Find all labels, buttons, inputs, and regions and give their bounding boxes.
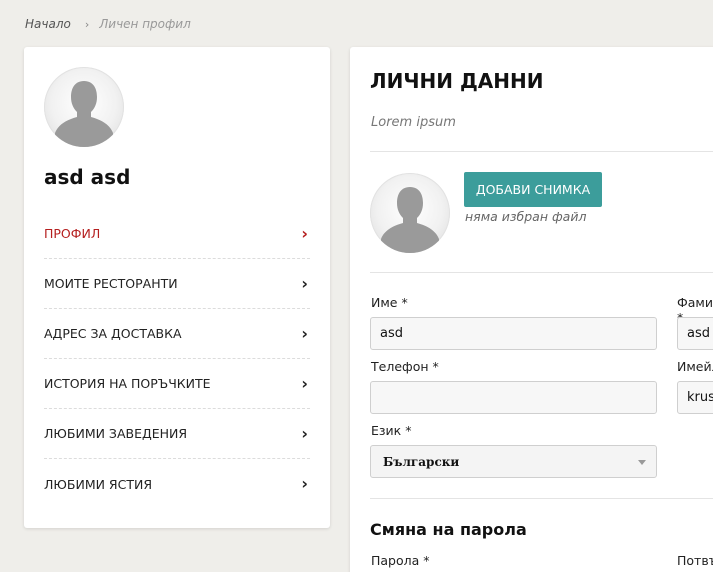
password-label: Парола *: [371, 553, 430, 568]
profile-menu: ПРОФИЛ › МОИТЕ РЕСТОРАНТИ › АДРЕС ЗА ДОС…: [44, 209, 310, 509]
confirm-password-label: Потвърди парола *: [677, 553, 713, 572]
first-name-label: Име *: [371, 295, 408, 310]
sidebar-item-label: ИСТОРИЯ НА ПОРЪЧКИТЕ: [44, 376, 211, 391]
breadcrumb-separator: ›: [84, 17, 90, 31]
sidebar-item-profile[interactable]: ПРОФИЛ ›: [44, 209, 310, 259]
avatar: [44, 67, 124, 147]
user-silhouette-icon: [55, 81, 113, 147]
email-label: Имейл *: [677, 359, 713, 374]
page-subtitle: Lorem ipsum: [371, 115, 456, 130]
divider: [370, 272, 713, 273]
sidebar-item-my-restaurants[interactable]: МОИТЕ РЕСТОРАНТИ ›: [44, 259, 310, 309]
divider: [370, 151, 713, 152]
sidebar-item-label: АДРЕС ЗА ДОСТАВКА: [44, 326, 182, 341]
breadcrumb: Начало › Личен профил: [25, 17, 191, 31]
profile-photo: [370, 173, 450, 253]
chevron-right-icon: ›: [301, 474, 308, 493]
password-section-title: Смяна на парола: [370, 520, 527, 539]
chevron-right-icon: ›: [301, 273, 308, 293]
no-file-text: няма избран файл: [465, 209, 587, 224]
profile-sidebar: asd asd ПРОФИЛ › МОИТЕ РЕСТОРАНТИ › АДРЕ…: [24, 47, 330, 528]
user-silhouette-icon: [381, 187, 439, 253]
chevron-right-icon: ›: [301, 373, 308, 393]
username: asd asd: [44, 165, 131, 189]
personal-data-card: ЛИЧНИ ДАННИ Lorem ipsum ДОБАВИ СНИМКА ня…: [350, 47, 713, 572]
divider: [370, 498, 713, 499]
page-title: ЛИЧНИ ДАННИ: [370, 69, 544, 93]
sidebar-item-label: ЛЮБИМИ ЯСТИЯ: [44, 476, 153, 492]
sidebar-item-label: МОИТЕ РЕСТОРАНТИ: [44, 276, 178, 291]
sidebar-item-favorite-venues[interactable]: ЛЮБИМИ ЗАВЕДЕНИЯ ›: [44, 409, 310, 459]
chevron-right-icon: ›: [301, 423, 308, 443]
caret-down-icon: [638, 460, 646, 465]
sidebar-item-delivery-address[interactable]: АДРЕС ЗА ДОСТАВКА ›: [44, 309, 310, 359]
phone-field[interactable]: [370, 381, 657, 414]
chevron-right-icon: ›: [301, 323, 308, 343]
sidebar-item-label: ЛЮБИМИ ЗАВЕДЕНИЯ: [44, 426, 188, 441]
first-name-field[interactable]: asd: [370, 317, 657, 350]
sidebar-item-label: ПРОФИЛ: [44, 226, 101, 241]
language-select[interactable]: Български: [370, 445, 657, 478]
chevron-right-icon: ›: [301, 223, 308, 243]
phone-label: Телефон *: [371, 359, 439, 374]
language-label: Език *: [371, 423, 412, 438]
language-selected-value: Български: [383, 455, 460, 469]
breadcrumb-home-link[interactable]: Начало: [25, 17, 71, 31]
sidebar-item-favorite-dishes[interactable]: ЛЮБИМИ ЯСТИЯ ›: [44, 459, 310, 509]
email-field[interactable]: kruse: [677, 381, 713, 414]
add-photo-button[interactable]: ДОБАВИ СНИМКА: [464, 172, 602, 207]
last-name-field[interactable]: asd: [677, 317, 713, 350]
sidebar-item-order-history[interactable]: ИСТОРИЯ НА ПОРЪЧКИТЕ ›: [44, 359, 310, 409]
breadcrumb-current: Личен профил: [99, 17, 191, 31]
